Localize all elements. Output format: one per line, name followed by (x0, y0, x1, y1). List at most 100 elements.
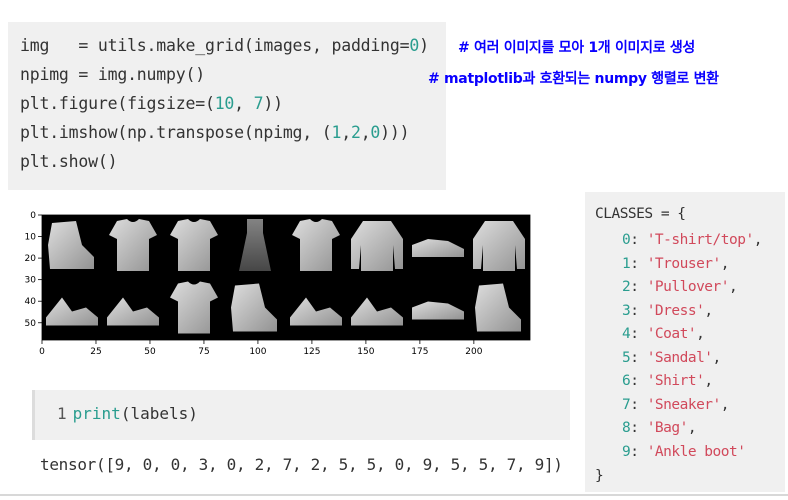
class-value: 'Coat' (646, 326, 697, 342)
class-colon: : (630, 232, 647, 248)
y-tick-label: 50 (25, 319, 37, 329)
class-entry: 6: 'Shirt', (622, 373, 713, 389)
class-colon: : (630, 326, 647, 342)
class-trail: , (712, 349, 722, 366)
y-tick-label: 0 (30, 211, 36, 221)
class-value: 'Shirt' (646, 373, 705, 389)
code-number: 2 (350, 123, 361, 142)
classes-header: CLASSES = { (595, 206, 686, 222)
clothing-thumbnail-pullover (473, 221, 525, 271)
image-grid-svg: 0 25 50 75 100 125 150 175 200 0 10 20 30 40 50 (25, 211, 531, 357)
class-trail: , (704, 302, 713, 319)
class-colon: : (630, 255, 647, 272)
class-entry: 5: 'Sandal', (622, 350, 721, 366)
code-text: img = utils.make_grid(images, padding= (20, 36, 410, 55)
clothing-thumbnail-pullover (351, 221, 403, 271)
classes-footer: } (595, 468, 604, 484)
class-entry: 3: 'Dress', (622, 303, 713, 319)
class-key: 8 (622, 420, 631, 436)
class-key: 7 (622, 396, 631, 413)
class-trail: , (696, 326, 705, 342)
class-trail: , (687, 420, 697, 436)
print-line: 1 print(labels) (57, 404, 198, 423)
tensor-output: tensor([9, 0, 0, 3, 0, 2, 7, 2, 5, 5, 0,… (40, 455, 563, 474)
class-entry: 1: 'Trouser', (622, 255, 730, 272)
class-trail: , (720, 396, 730, 413)
class-colon: : (630, 373, 647, 389)
code-text: plt.figure(figsize=( (20, 94, 215, 113)
x-tick-label: 50 (144, 347, 156, 357)
code-line-3: plt.figure(figsize=(10, 7)) (20, 94, 283, 113)
class-entry: 9: 'Ankle boot' (622, 443, 746, 460)
bottom-divider (0, 494, 788, 496)
print-cell[interactable]: 1 print(labels) (32, 390, 570, 440)
class-trail: , (753, 232, 763, 248)
class-trail: , (729, 279, 738, 295)
y-tick-label: 40 (25, 297, 37, 307)
class-entry: 8: 'Bag', (622, 420, 697, 436)
code-text: , (360, 123, 371, 142)
class-colon: : (630, 443, 647, 460)
print-args: (labels) (120, 404, 198, 423)
class-trail: , (720, 255, 730, 272)
code-text: , (234, 94, 254, 113)
x-tick-label: 75 (198, 347, 209, 357)
code-number: 0 (370, 123, 381, 142)
class-value: 'T-shirt/top' (646, 232, 755, 248)
class-key: 4 (622, 326, 631, 342)
code-number: 0 (409, 36, 420, 55)
x-tick-label: 125 (303, 347, 320, 357)
class-value: 'Sneaker' (646, 396, 722, 413)
class-value: 'Bag' (646, 420, 689, 436)
annotation-comment-1: # 여러 이미지를 모아 1개 이미지로 생성 (458, 40, 696, 56)
class-entry: 0: 'T-shirt/top', (622, 232, 762, 248)
class-trail: , (704, 373, 713, 389)
x-tick-label: 0 (39, 347, 45, 357)
code-number: 7 (253, 94, 264, 113)
class-key: 9 (622, 443, 631, 460)
class-entry: 2: 'Pullover', (622, 279, 738, 295)
x-tick-label: 100 (249, 347, 266, 357)
class-key: 5 (622, 349, 631, 366)
class-key: 2 (622, 279, 631, 295)
code-text: ) (419, 36, 429, 55)
code-line-1: img = utils.make_grid(images, padding=0) (20, 36, 429, 55)
code-text: ))) (380, 123, 410, 142)
code-number: 1 (331, 123, 342, 142)
classes-code-box: CLASSES = { 0: 'T-shirt/top', 1: 'Trouser… (585, 192, 785, 492)
y-tick-label: 30 (25, 276, 37, 286)
x-tick-label: 25 (90, 347, 101, 357)
code-text: , (341, 123, 351, 142)
class-entry: 4: 'Coat', (622, 326, 705, 342)
code-text: )) (263, 94, 283, 113)
class-colon: : (630, 279, 647, 295)
line-number: 1 (57, 404, 67, 423)
code-line-2: npimg = img.numpy() (20, 65, 205, 84)
code-line-5: plt.show() (20, 152, 118, 171)
code-text: plt.imshow(np.transpose(npimg, ( (20, 123, 332, 142)
code-cell[interactable]: img = utils.make_grid(images, padding=0)… (8, 22, 446, 190)
x-tick-label: 175 (411, 347, 428, 357)
class-key: 0 (622, 232, 631, 248)
y-tick-label: 20 (25, 254, 37, 264)
annotation-comment-2: # matplotlib과 호환되는 numpy 행렬로 변환 (428, 71, 719, 87)
class-key: 6 (622, 373, 631, 389)
class-colon: : (630, 396, 647, 413)
class-entry: 7: 'Sneaker', (622, 396, 730, 413)
class-colon: : (630, 349, 647, 366)
class-value: 'Trouser' (646, 255, 722, 272)
class-value: 'Dress' (646, 302, 705, 319)
class-value: 'Ankle boot' (646, 443, 746, 460)
x-tick-label: 150 (357, 347, 374, 357)
class-colon: : (630, 302, 647, 319)
image-grid-plot: 0 25 50 75 100 125 150 175 200 0 10 20 30 40 50 (0, 200, 570, 380)
class-value: 'Sandal' (646, 349, 713, 366)
class-value: 'Pullover' (646, 279, 730, 295)
print-function: print (72, 404, 121, 423)
class-key: 1 (622, 255, 631, 272)
class-colon: : (630, 420, 647, 436)
code-line-4: plt.imshow(np.transpose(npimg, (1,2,0))) (20, 123, 410, 142)
x-tick-label: 200 (465, 347, 482, 357)
code-number: 10 (214, 94, 235, 113)
y-tick-label: 10 (25, 233, 37, 243)
